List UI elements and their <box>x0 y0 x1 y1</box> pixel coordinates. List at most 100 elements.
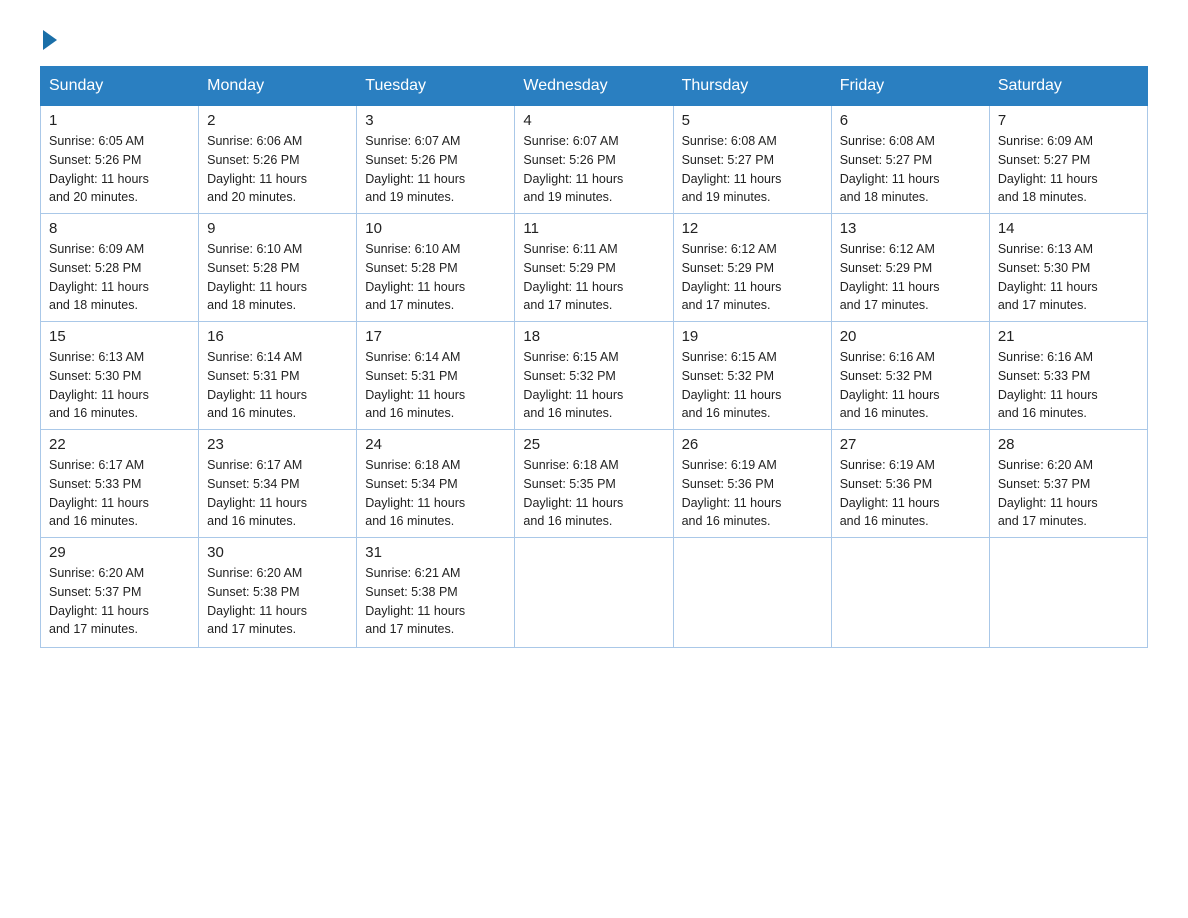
calendar-week-row: 29Sunrise: 6:20 AM Sunset: 5:37 PM Dayli… <box>41 538 1148 648</box>
day-number: 31 <box>365 544 506 561</box>
col-header-tuesday: Tuesday <box>357 67 515 106</box>
day-number: 11 <box>523 220 664 237</box>
day-number: 12 <box>682 220 823 237</box>
day-number: 19 <box>682 328 823 345</box>
day-number: 10 <box>365 220 506 237</box>
day-info: Sunrise: 6:12 AM Sunset: 5:29 PM Dayligh… <box>840 240 981 315</box>
table-row: 9 Sunrise: 6:10 AM Sunset: 5:28 PM Daylig… <box>199 214 357 322</box>
day-number: 16 <box>207 328 348 345</box>
table-row: 13 Sunrise: 6:12 AM Sunset: 5:29 PM Dayli… <box>831 214 989 322</box>
day-info: Sunrise: 6:20 AM Sunset: 5:37 PM Dayligh… <box>998 456 1139 531</box>
day-info: Sunrise: 6:16 AM Sunset: 5:32 PM Dayligh… <box>840 348 981 423</box>
day-number: 3 <box>365 112 506 129</box>
col-header-friday: Friday <box>831 67 989 106</box>
table-row: 25Sunrise: 6:18 AM Sunset: 5:35 PM Dayli… <box>515 430 673 538</box>
day-info: Sunrise: 6:13 AM Sunset: 5:30 PM Dayligh… <box>998 240 1139 315</box>
day-number: 8 <box>49 220 190 237</box>
calendar-week-row: 15 Sunrise: 6:13 AM Sunset: 5:30 PM Dayli… <box>41 322 1148 430</box>
col-header-sunday: Sunday <box>41 67 199 106</box>
table-row: 8 Sunrise: 6:09 AM Sunset: 5:28 PM Daylig… <box>41 214 199 322</box>
day-info: Sunrise: 6:08 AM Sunset: 5:27 PM Dayligh… <box>682 132 823 207</box>
day-info: Sunrise: 6:07 AM Sunset: 5:26 PM Dayligh… <box>365 132 506 207</box>
day-number: 20 <box>840 328 981 345</box>
day-number: 21 <box>998 328 1139 345</box>
table-row: 12 Sunrise: 6:12 AM Sunset: 5:29 PM Dayli… <box>673 214 831 322</box>
table-row <box>989 538 1147 648</box>
day-number: 24 <box>365 436 506 453</box>
day-number: 18 <box>523 328 664 345</box>
table-row: 3 Sunrise: 6:07 AM Sunset: 5:26 PM Daylig… <box>357 106 515 214</box>
table-row: 21 Sunrise: 6:16 AM Sunset: 5:33 PM Dayli… <box>989 322 1147 430</box>
day-info: Sunrise: 6:08 AM Sunset: 5:27 PM Dayligh… <box>840 132 981 207</box>
day-info: Sunrise: 6:15 AM Sunset: 5:32 PM Dayligh… <box>523 348 664 423</box>
table-row <box>673 538 831 648</box>
day-number: 28 <box>998 436 1139 453</box>
table-row: 15 Sunrise: 6:13 AM Sunset: 5:30 PM Dayli… <box>41 322 199 430</box>
day-number: 17 <box>365 328 506 345</box>
day-info: Sunrise: 6:06 AM Sunset: 5:26 PM Dayligh… <box>207 132 348 207</box>
day-info: Sunrise: 6:09 AM Sunset: 5:27 PM Dayligh… <box>998 132 1139 207</box>
table-row: 17 Sunrise: 6:14 AM Sunset: 5:31 PM Dayli… <box>357 322 515 430</box>
day-info: Sunrise: 6:18 AM Sunset: 5:34 PM Dayligh… <box>365 456 506 531</box>
table-row: 23 Sunrise: 6:17 AM Sunset: 5:34 PM Dayli… <box>199 430 357 538</box>
day-number: 22 <box>49 436 190 453</box>
day-info: Sunrise: 6:17 AM Sunset: 5:34 PM Dayligh… <box>207 456 348 531</box>
day-info: Sunrise: 6:21 AM Sunset: 5:38 PM Dayligh… <box>365 564 506 639</box>
table-row: 28 Sunrise: 6:20 AM Sunset: 5:37 PM Dayli… <box>989 430 1147 538</box>
day-info: Sunrise: 6:14 AM Sunset: 5:31 PM Dayligh… <box>365 348 506 423</box>
day-info: Sunrise: 6:13 AM Sunset: 5:30 PM Dayligh… <box>49 348 190 423</box>
day-number: 2 <box>207 112 348 129</box>
table-row: 2 Sunrise: 6:06 AM Sunset: 5:26 PM Daylig… <box>199 106 357 214</box>
table-row: 7 Sunrise: 6:09 AM Sunset: 5:27 PM Daylig… <box>989 106 1147 214</box>
table-row: 4 Sunrise: 6:07 AM Sunset: 5:26 PM Daylig… <box>515 106 673 214</box>
table-row: 31 Sunrise: 6:21 AM Sunset: 5:38 PM Dayli… <box>357 538 515 648</box>
day-info: Sunrise: 6:12 AM Sunset: 5:29 PM Dayligh… <box>682 240 823 315</box>
day-number: 30 <box>207 544 348 561</box>
day-number: 5 <box>682 112 823 129</box>
day-number: 23 <box>207 436 348 453</box>
day-info: Sunrise: 6:14 AM Sunset: 5:31 PM Dayligh… <box>207 348 348 423</box>
table-row: 19Sunrise: 6:15 AM Sunset: 5:32 PM Dayli… <box>673 322 831 430</box>
day-info: Sunrise: 6:17 AM Sunset: 5:33 PM Dayligh… <box>49 456 190 531</box>
table-row: 24 Sunrise: 6:18 AM Sunset: 5:34 PM Dayli… <box>357 430 515 538</box>
table-row: 1 Sunrise: 6:05 AM Sunset: 5:26 PM Daylig… <box>41 106 199 214</box>
table-row: 29Sunrise: 6:20 AM Sunset: 5:37 PM Dayli… <box>41 538 199 648</box>
col-header-wednesday: Wednesday <box>515 67 673 106</box>
logo <box>40 30 59 46</box>
table-row: 22 Sunrise: 6:17 AM Sunset: 5:33 PM Dayli… <box>41 430 199 538</box>
day-info: Sunrise: 6:10 AM Sunset: 5:28 PM Dayligh… <box>365 240 506 315</box>
day-number: 1 <box>49 112 190 129</box>
day-number: 25 <box>523 436 664 453</box>
logo-arrow-icon <box>43 30 57 50</box>
table-row: 18 Sunrise: 6:15 AM Sunset: 5:32 PM Dayli… <box>515 322 673 430</box>
day-number: 4 <box>523 112 664 129</box>
table-row: 11Sunrise: 6:11 AM Sunset: 5:29 PM Dayli… <box>515 214 673 322</box>
col-header-thursday: Thursday <box>673 67 831 106</box>
table-row: 20 Sunrise: 6:16 AM Sunset: 5:32 PM Dayli… <box>831 322 989 430</box>
day-info: Sunrise: 6:07 AM Sunset: 5:26 PM Dayligh… <box>523 132 664 207</box>
day-info: Sunrise: 6:10 AM Sunset: 5:28 PM Dayligh… <box>207 240 348 315</box>
day-number: 26 <box>682 436 823 453</box>
calendar-week-row: 1 Sunrise: 6:05 AM Sunset: 5:26 PM Daylig… <box>41 106 1148 214</box>
calendar-header-row: Sunday Monday Tuesday Wednesday Thursday… <box>41 67 1148 106</box>
table-row <box>515 538 673 648</box>
table-row: 16 Sunrise: 6:14 AM Sunset: 5:31 PM Dayli… <box>199 322 357 430</box>
calendar-week-row: 22 Sunrise: 6:17 AM Sunset: 5:33 PM Dayli… <box>41 430 1148 538</box>
day-number: 7 <box>998 112 1139 129</box>
table-row: 10 Sunrise: 6:10 AM Sunset: 5:28 PM Dayli… <box>357 214 515 322</box>
day-info: Sunrise: 6:16 AM Sunset: 5:33 PM Dayligh… <box>998 348 1139 423</box>
day-number: 6 <box>840 112 981 129</box>
day-info: Sunrise: 6:09 AM Sunset: 5:28 PM Dayligh… <box>49 240 190 315</box>
day-info: Sunrise: 6:05 AM Sunset: 5:26 PM Dayligh… <box>49 132 190 207</box>
day-number: 9 <box>207 220 348 237</box>
day-number: 27 <box>840 436 981 453</box>
day-info: Sunrise: 6:19 AM Sunset: 5:36 PM Dayligh… <box>840 456 981 531</box>
day-info: Sunrise: 6:20 AM Sunset: 5:38 PM Dayligh… <box>207 564 348 639</box>
page-header <box>40 30 1148 46</box>
day-number: 13 <box>840 220 981 237</box>
table-row: 14 Sunrise: 6:13 AM Sunset: 5:30 PM Dayli… <box>989 214 1147 322</box>
day-number: 29 <box>49 544 190 561</box>
table-row <box>831 538 989 648</box>
day-number: 14 <box>998 220 1139 237</box>
day-number: 15 <box>49 328 190 345</box>
